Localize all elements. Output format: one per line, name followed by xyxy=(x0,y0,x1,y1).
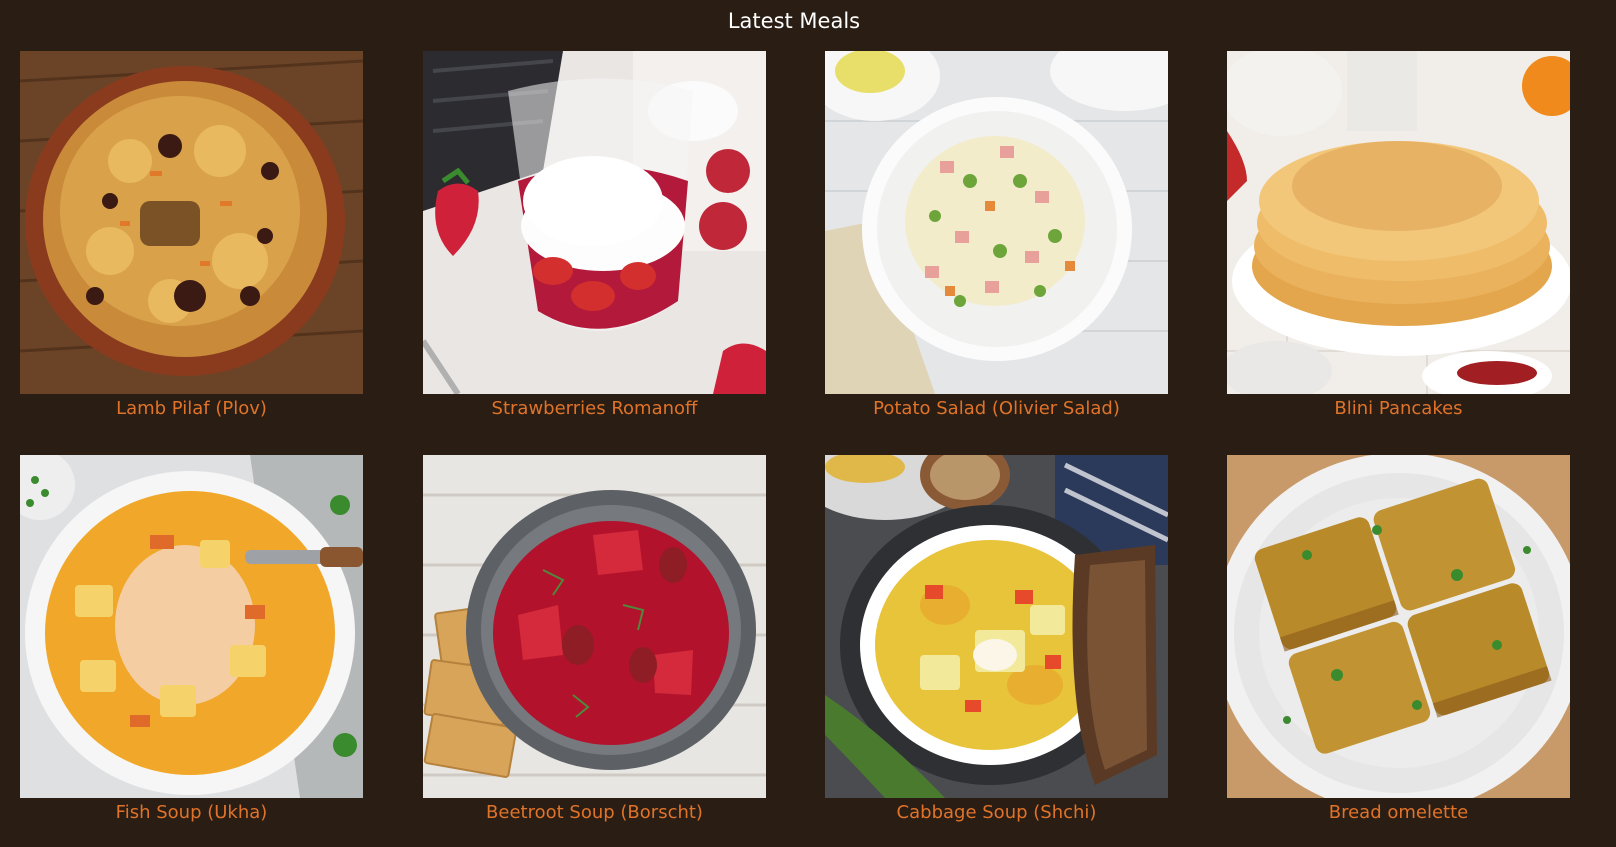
meal-card-blini-pancakes[interactable]: Blini Pancakes xyxy=(1227,51,1570,421)
meal-photo-cabbage-soup[interactable] xyxy=(825,455,1168,798)
meal-name-lamb-pilaf[interactable]: Lamb Pilaf (Plov) xyxy=(20,397,363,421)
meal-name-beetroot-soup[interactable]: Beetroot Soup (Borscht) xyxy=(423,801,766,825)
meal-card-lamb-pilaf[interactable]: Lamb Pilaf (Plov) xyxy=(20,51,363,421)
meal-card-bread-omelette[interactable]: Bread omelette xyxy=(1227,455,1570,825)
meal-name-bread-omelette[interactable]: Bread omelette xyxy=(1227,801,1570,825)
meal-card-strawberries-romanoff[interactable]: Strawberries Romanoff xyxy=(423,51,766,421)
meal-photo-bread-omelette[interactable] xyxy=(1227,455,1570,798)
meal-name-strawberries-romanoff[interactable]: Strawberries Romanoff xyxy=(423,397,766,421)
meal-photo-lamb-pilaf[interactable] xyxy=(20,51,363,394)
meal-photo-blini-pancakes[interactable] xyxy=(1227,51,1570,394)
meal-card-fish-soup[interactable]: Fish Soup (Ukha) xyxy=(20,455,363,825)
meal-photo-beetroot-soup[interactable] xyxy=(423,455,766,798)
meal-card-cabbage-soup[interactable]: Cabbage Soup (Shchi) xyxy=(825,455,1168,825)
meal-photo-strawberries-romanoff[interactable] xyxy=(423,51,766,394)
meal-photo-potato-salad[interactable] xyxy=(825,51,1168,394)
meal-photo-fish-soup[interactable] xyxy=(20,455,363,798)
meal-name-fish-soup[interactable]: Fish Soup (Ukha) xyxy=(20,801,363,825)
meal-name-potato-salad[interactable]: Potato Salad (Olivier Salad) xyxy=(825,397,1168,421)
section-title: Latest Meals xyxy=(727,9,861,33)
meal-name-cabbage-soup[interactable]: Cabbage Soup (Shchi) xyxy=(825,801,1168,825)
meal-card-beetroot-soup[interactable]: Beetroot Soup (Borscht) xyxy=(423,455,766,825)
meal-name-blini-pancakes[interactable]: Blini Pancakes xyxy=(1227,397,1570,421)
meal-card-potato-salad[interactable]: Potato Salad (Olivier Salad) xyxy=(825,51,1168,421)
